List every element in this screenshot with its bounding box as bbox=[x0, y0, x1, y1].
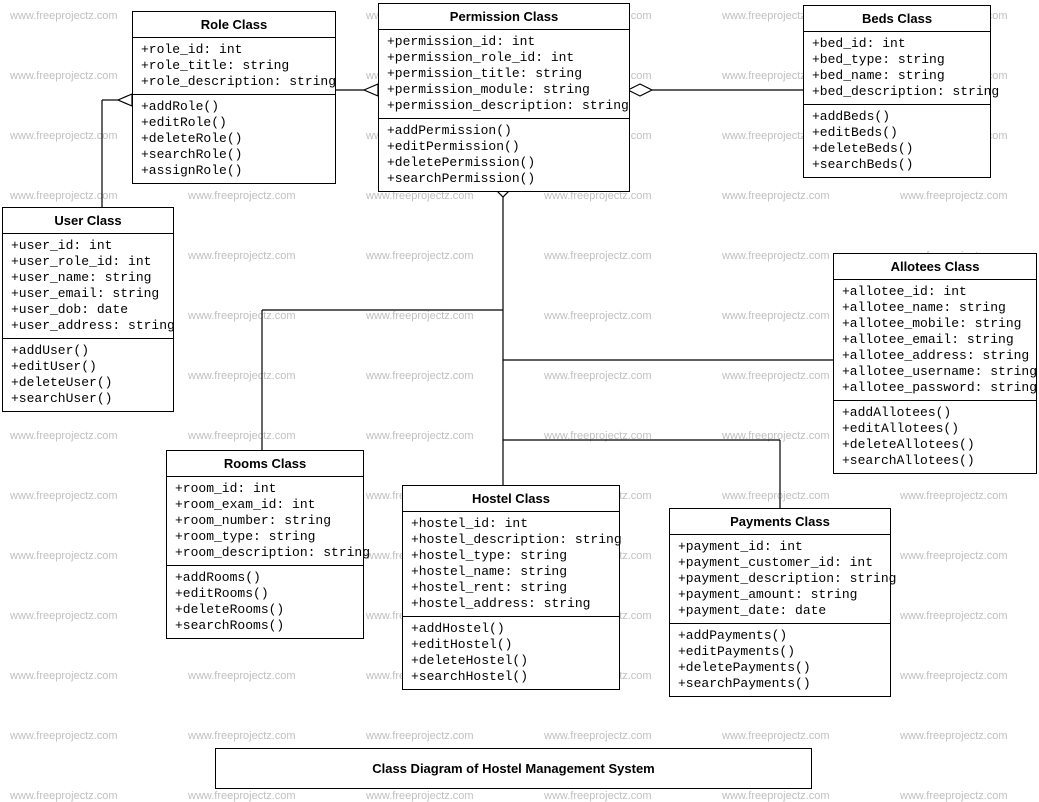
role-class-title: Role Class bbox=[133, 12, 335, 38]
class-beds: Beds Class +bed_id: int +bed_type: strin… bbox=[803, 5, 991, 178]
allotees-class-attrs: +allotee_id: int +allotee_name: string +… bbox=[834, 280, 1036, 401]
watermark-text: www.freeprojectz.com bbox=[722, 730, 830, 742]
allotees-class-title: Allotees Class bbox=[834, 254, 1036, 280]
beds-class-ops: +addBeds() +editBeds() +deleteBeds() +se… bbox=[804, 105, 990, 177]
watermark-text: www.freeprojectz.com bbox=[188, 250, 296, 262]
watermark-text: www.freeprojectz.com bbox=[188, 730, 296, 742]
class-role: Role Class +role_id: int +role_title: st… bbox=[132, 11, 336, 184]
watermark-text: www.freeprojectz.com bbox=[722, 490, 830, 502]
watermark-text: www.freeprojectz.com bbox=[722, 370, 830, 382]
watermark-text: www.freeprojectz.com bbox=[900, 730, 1008, 742]
watermark-text: www.freeprojectz.com bbox=[366, 310, 474, 322]
permission-class-attrs: +permission_id: int +permission_role_id:… bbox=[379, 30, 629, 119]
user-class-title: User Class bbox=[3, 208, 173, 234]
payments-class-ops: +addPayments() +editPayments() +deletePa… bbox=[670, 624, 890, 696]
hostel-class-attrs: +hostel_id: int +hostel_description: str… bbox=[403, 512, 619, 617]
class-rooms: Rooms Class +room_id: int +room_exam_id:… bbox=[166, 450, 364, 639]
watermark-text: www.freeprojectz.com bbox=[188, 190, 296, 202]
watermark-text: www.freeprojectz.com bbox=[10, 730, 118, 742]
watermark-text: www.freeprojectz.com bbox=[10, 670, 118, 682]
class-payments: Payments Class +payment_id: int +payment… bbox=[669, 508, 891, 697]
watermark-text: www.freeprojectz.com bbox=[900, 610, 1008, 622]
allotees-class-ops: +addAllotees() +editAllotees() +deleteAl… bbox=[834, 401, 1036, 473]
watermark-text: www.freeprojectz.com bbox=[10, 130, 118, 142]
watermark-text: www.freeprojectz.com bbox=[366, 430, 474, 442]
watermark-text: www.freeprojectz.com bbox=[544, 730, 652, 742]
watermark-text: www.freeprojectz.com bbox=[366, 730, 474, 742]
rooms-class-attrs: +room_id: int +room_exam_id: int +room_n… bbox=[167, 477, 363, 566]
watermark-text: www.freeprojectz.com bbox=[900, 190, 1008, 202]
hostel-class-ops: +addHostel() +editHostel() +deleteHostel… bbox=[403, 617, 619, 689]
watermark-text: www.freeprojectz.com bbox=[10, 10, 118, 22]
class-hostel: Hostel Class +hostel_id: int +hostel_des… bbox=[402, 485, 620, 690]
rooms-class-title: Rooms Class bbox=[167, 451, 363, 477]
watermark-text: www.freeprojectz.com bbox=[544, 430, 652, 442]
watermark-text: www.freeprojectz.com bbox=[900, 490, 1008, 502]
beds-class-title: Beds Class bbox=[804, 6, 990, 32]
watermark-text: www.freeprojectz.com bbox=[900, 670, 1008, 682]
watermark-text: www.freeprojectz.com bbox=[10, 490, 118, 502]
class-allotees: Allotees Class +allotee_id: int +allotee… bbox=[833, 253, 1037, 474]
diagram-title-text: Class Diagram of Hostel Management Syste… bbox=[372, 761, 654, 776]
class-permission: Permission Class +permission_id: int +pe… bbox=[378, 3, 630, 192]
watermark-text: www.freeprojectz.com bbox=[544, 370, 652, 382]
watermark-text: www.freeprojectz.com bbox=[10, 610, 118, 622]
role-class-ops: +addRole() +editRole() +deleteRole() +se… bbox=[133, 95, 335, 183]
watermark-text: www.freeprojectz.com bbox=[188, 430, 296, 442]
watermark-text: www.freeprojectz.com bbox=[544, 310, 652, 322]
role-class-attrs: +role_id: int +role_title: string +role_… bbox=[133, 38, 335, 95]
watermark-text: www.freeprojectz.com bbox=[366, 370, 474, 382]
watermark-text: www.freeprojectz.com bbox=[10, 190, 118, 202]
watermark-text: www.freeprojectz.com bbox=[188, 670, 296, 682]
watermark-text: www.freeprojectz.com bbox=[10, 430, 118, 442]
permission-class-title: Permission Class bbox=[379, 4, 629, 30]
class-user: User Class +user_id: int +user_role_id: … bbox=[2, 207, 174, 412]
hostel-class-title: Hostel Class bbox=[403, 486, 619, 512]
diagram-title-box: Class Diagram of Hostel Management Syste… bbox=[215, 748, 812, 789]
watermark-text: www.freeprojectz.com bbox=[10, 70, 118, 82]
watermark-text: www.freeprojectz.com bbox=[722, 190, 830, 202]
watermark-text: www.freeprojectz.com bbox=[188, 370, 296, 382]
beds-class-attrs: +bed_id: int +bed_type: string +bed_name… bbox=[804, 32, 990, 105]
watermark-text: www.freeprojectz.com bbox=[188, 310, 296, 322]
payments-class-title: Payments Class bbox=[670, 509, 890, 535]
watermark-text: www.freeprojectz.com bbox=[722, 430, 830, 442]
watermark-text: www.freeprojectz.com bbox=[544, 250, 652, 262]
permission-class-ops: +addPermission() +editPermission() +dele… bbox=[379, 119, 629, 191]
watermark-text: www.freeprojectz.com bbox=[366, 250, 474, 262]
payments-class-attrs: +payment_id: int +payment_customer_id: i… bbox=[670, 535, 890, 624]
watermark-text: www.freeprojectz.com bbox=[722, 250, 830, 262]
watermark-text: www.freeprojectz.com bbox=[900, 550, 1008, 562]
watermark-text: www.freeprojectz.com bbox=[722, 310, 830, 322]
rooms-class-ops: +addRooms() +editRooms() +deleteRooms() … bbox=[167, 566, 363, 638]
watermark-text: www.freeprojectz.com bbox=[10, 550, 118, 562]
user-class-ops: +addUser() +editUser() +deleteUser() +se… bbox=[3, 339, 173, 411]
user-class-attrs: +user_id: int +user_role_id: int +user_n… bbox=[3, 234, 173, 339]
